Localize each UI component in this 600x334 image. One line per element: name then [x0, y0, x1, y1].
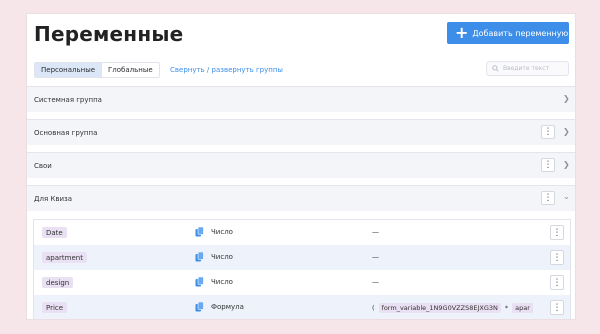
copy-icon[interactable] — [195, 302, 204, 312]
formula-token: form_variable_1N9G0VZZS8EJXG3N — [378, 302, 501, 313]
variable-type: Формула — [211, 303, 244, 311]
group-quiz[interactable]: Для Квиза ⋮ ⌄ — [27, 185, 575, 211]
chevron-down-icon[interactable]: ⌄ — [563, 192, 570, 201]
tab-personal[interactable]: Персональные — [35, 63, 102, 77]
variables-panel: Переменные + Добавить переменную Персона… — [26, 13, 576, 320]
search-placeholder: Введите текст — [503, 65, 550, 72]
add-variable-button[interactable]: + Добавить переменную — [447, 22, 569, 44]
variable-value: — — [372, 253, 379, 261]
formula-token: apar — [512, 302, 533, 313]
variable-value: — — [372, 278, 379, 286]
formula-paren: ( — [372, 303, 375, 312]
kebab-icon[interactable]: ⋮ — [550, 250, 564, 265]
scope-tabs: Персональные Глобальные — [34, 62, 160, 78]
search-icon — [492, 65, 499, 72]
table-row: Price Формула ( form_variable_1N9G0VZZS8… — [34, 295, 570, 319]
table-row: apartment Число — ⋮ — [34, 245, 570, 270]
variable-name[interactable]: apartment — [42, 252, 87, 263]
variable-type: Число — [211, 253, 233, 261]
table-row: Date Число — ⋮ — [34, 220, 570, 245]
group-name: Системная группа — [34, 95, 102, 104]
group-name: Свои — [34, 161, 52, 170]
kebab-icon[interactable]: ⋮ — [550, 225, 564, 240]
variables-table: Date Число — ⋮ apartment Число — ⋮ desig… — [33, 219, 571, 319]
kebab-icon[interactable]: ⋮ — [550, 275, 564, 290]
toggle-groups-link[interactable]: Свернуть / развернуть группы — [170, 66, 283, 74]
group-main[interactable]: Основная группа ⋮ ❯ — [27, 119, 575, 145]
kebab-icon[interactable]: ⋮ — [541, 158, 555, 172]
tab-global[interactable]: Глобальные — [101, 63, 159, 77]
variable-value: — — [372, 228, 379, 236]
variable-name[interactable]: Date — [42, 227, 67, 238]
copy-icon[interactable] — [195, 252, 204, 262]
kebab-icon[interactable]: ⋮ — [550, 300, 564, 315]
page-title: Переменные — [34, 22, 184, 46]
kebab-icon[interactable]: ⋮ — [541, 191, 555, 205]
variable-name[interactable]: Price — [42, 302, 68, 313]
copy-icon[interactable] — [195, 277, 204, 287]
formula-value[interactable]: ( form_variable_1N9G0VZZS8EJXG3N * apar — [372, 301, 533, 314]
formula-operator: * — [504, 303, 509, 312]
kebab-icon[interactable]: ⋮ — [541, 125, 555, 139]
group-name: Основная группа — [34, 128, 98, 137]
plus-icon: + — [455, 23, 469, 42]
group-name: Для Квиза — [34, 194, 73, 203]
chevron-right-icon[interactable]: ❯ — [563, 160, 570, 169]
add-variable-label: Добавить переменную — [472, 28, 569, 38]
table-row: design Число — ⋮ — [34, 270, 570, 295]
chevron-right-icon[interactable]: ❯ — [563, 94, 570, 103]
chevron-right-icon[interactable]: ❯ — [563, 127, 570, 136]
group-own[interactable]: Свои ⋮ ❯ — [27, 152, 575, 178]
group-system[interactable]: Системная группа ❯ — [27, 86, 575, 112]
variable-name[interactable]: design — [42, 277, 74, 288]
variable-type: Число — [211, 228, 233, 236]
search-input[interactable]: Введите текст — [486, 61, 569, 76]
variable-type: Число — [211, 278, 233, 286]
copy-icon[interactable] — [195, 227, 204, 237]
